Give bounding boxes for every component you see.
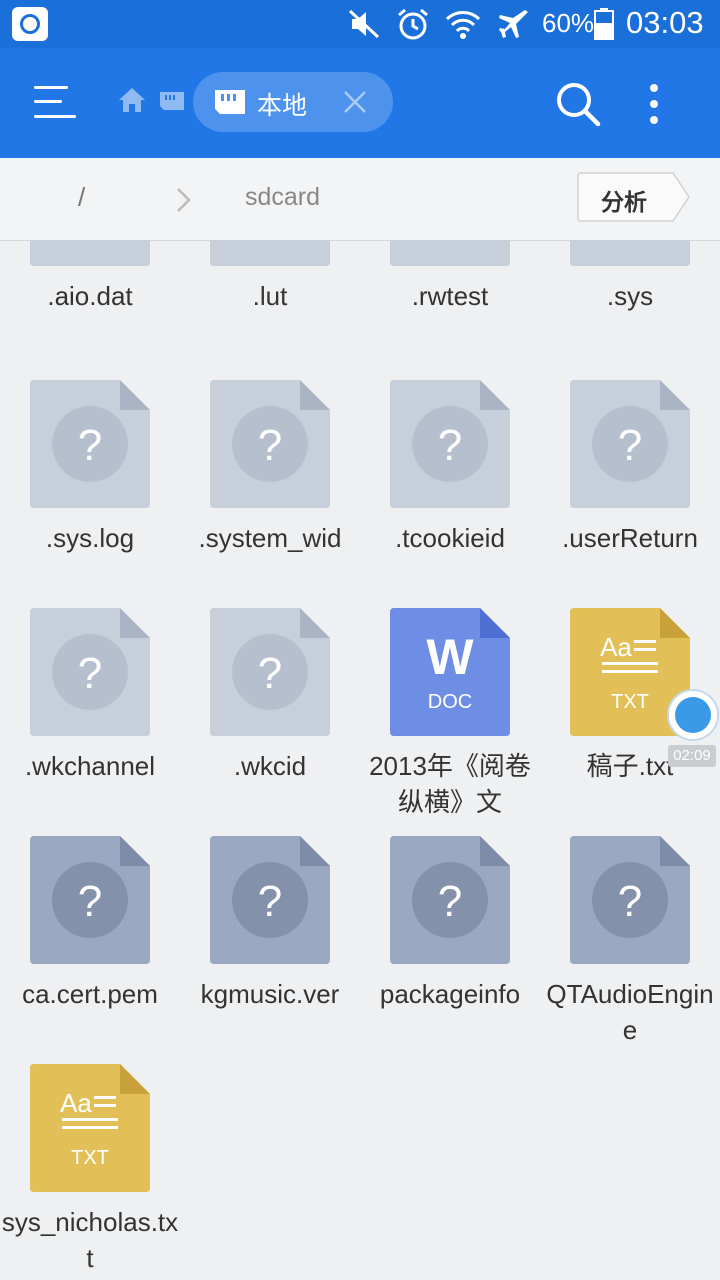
- file-name: .sys.log: [45, 523, 135, 553]
- question-mark: ?: [618, 421, 642, 470]
- txt-label: TXT: [71, 1147, 109, 1169]
- file-item[interactable]: ? .wkcid: [180, 608, 360, 828]
- file-item[interactable]: ? .wkchannel: [0, 608, 180, 828]
- more-icon[interactable]: [640, 80, 668, 128]
- app-badge-icon: [12, 7, 48, 41]
- breadcrumb-root[interactable]: /: [78, 182, 85, 213]
- file-name: .rwtest: [411, 281, 489, 311]
- status-bar: 60% 03:03: [0, 0, 720, 48]
- file-name: .aio.dat: [47, 281, 133, 311]
- home-icon[interactable]: [118, 86, 146, 116]
- close-icon[interactable]: [341, 88, 369, 116]
- search-icon[interactable]: [554, 80, 602, 128]
- alarm-icon: [394, 6, 432, 42]
- file-item[interactable]: W DOC 2013年《阅卷纵横》文: [360, 608, 540, 828]
- txt-label: TXT: [611, 691, 649, 713]
- file-item[interactable]: ? .sys: [540, 240, 720, 358]
- file-item[interactable]: ? .lut: [180, 240, 360, 358]
- analyze-button[interactable]: 分析: [577, 172, 690, 222]
- file-item[interactable]: ? .sys.log: [0, 380, 180, 600]
- battery-percent: 60%: [542, 8, 595, 38]
- unknown-file-icon: ?: [30, 836, 150, 964]
- unknown-file-icon: ?: [570, 380, 690, 508]
- question-mark: ?: [258, 877, 282, 926]
- file-name: packageinfo: [379, 979, 521, 1009]
- file-item[interactable]: ? .rwtest: [360, 240, 540, 358]
- question-mark: ?: [78, 877, 102, 926]
- txt-letters: Aa: [600, 632, 632, 662]
- sdcard-icon[interactable]: [160, 92, 184, 110]
- question-mark: ?: [78, 421, 102, 470]
- question-mark: ?: [258, 421, 282, 470]
- file-name: kgmusic.ver: [200, 979, 340, 1009]
- doc-file-icon: W DOC: [390, 608, 510, 736]
- file-name: QTAudioEngine: [546, 979, 714, 1045]
- question-mark: ?: [618, 877, 642, 926]
- file-item[interactable]: ? ca.cert.pem: [0, 836, 180, 1056]
- tab-local[interactable]: 本地: [193, 72, 393, 132]
- breadcrumb-current[interactable]: sdcard: [245, 183, 320, 212]
- menu-icon[interactable]: [34, 84, 76, 120]
- file-name: 2013年《阅卷纵横》文: [369, 751, 531, 817]
- file-item[interactable]: ? .aio.dat: [0, 240, 180, 358]
- chevron-right-icon: [174, 186, 194, 214]
- question-mark: ?: [258, 649, 282, 698]
- file-name: .lut: [252, 281, 288, 311]
- txt-letters: Aa: [60, 1088, 92, 1118]
- unknown-file-icon: ?: [210, 836, 330, 964]
- unknown-file-icon: ?: [390, 240, 510, 266]
- file-item[interactable]: ? .userReturn: [540, 380, 720, 600]
- file-item[interactable]: ? .system_wid: [180, 380, 360, 600]
- file-name: .wkchannel: [24, 751, 156, 781]
- txt-file-icon: Aa TXT: [30, 1064, 150, 1192]
- file-item[interactable]: ? kgmusic.ver: [180, 836, 360, 1056]
- file-item[interactable]: ? packageinfo: [360, 836, 540, 1056]
- sdcard-icon: [215, 90, 245, 114]
- file-item[interactable]: ? QTAudioEngine: [540, 836, 720, 1056]
- tab-local-label: 本地: [257, 91, 308, 120]
- breadcrumb: / sdcard 分析: [0, 158, 720, 241]
- status-clock: 03:03: [626, 5, 704, 40]
- airplane-icon: [496, 6, 532, 42]
- floating-record-button[interactable]: [666, 688, 720, 742]
- mute-icon: [346, 6, 382, 42]
- unknown-file-icon: ?: [390, 836, 510, 964]
- file-name: .system_wid: [198, 523, 342, 553]
- file-name: ca.cert.pem: [22, 979, 158, 1009]
- analyze-button-label: 分析: [601, 190, 647, 216]
- file-name: sys_nicholas.txt: [1, 1207, 179, 1273]
- file-grid: ? .aio.dat? .lut? .rwtest? .sys? .sys.log? .sy…: [0, 240, 720, 1280]
- unknown-file-icon: ?: [30, 240, 150, 266]
- file-name: .sys: [606, 281, 654, 311]
- unknown-file-icon: ?: [210, 240, 330, 266]
- unknown-file-icon: ?: [30, 380, 150, 508]
- question-mark: ?: [78, 649, 102, 698]
- unknown-file-icon: ?: [570, 240, 690, 266]
- battery-icon: [592, 6, 616, 42]
- doc-letter: W: [426, 629, 474, 685]
- app-toolbar: 本地: [0, 48, 720, 158]
- unknown-file-icon: ?: [390, 380, 510, 508]
- unknown-file-icon: ?: [570, 836, 690, 964]
- floating-timer: 02:09: [668, 745, 716, 767]
- unknown-file-icon: ?: [210, 380, 330, 508]
- unknown-file-icon: ?: [210, 608, 330, 736]
- question-mark: ?: [438, 877, 462, 926]
- doc-label: DOC: [428, 691, 472, 713]
- file-item[interactable]: ? .tcookieid: [360, 380, 540, 600]
- unknown-file-icon: ?: [30, 608, 150, 736]
- file-name: .tcookieid: [395, 523, 505, 553]
- file-item[interactable]: Aa TXT sys_nicholas.txt: [0, 1064, 180, 1280]
- question-mark: ?: [438, 421, 462, 470]
- wifi-icon: [444, 6, 482, 42]
- file-name: .userReturn: [562, 523, 698, 553]
- file-name: .wkcid: [233, 751, 307, 781]
